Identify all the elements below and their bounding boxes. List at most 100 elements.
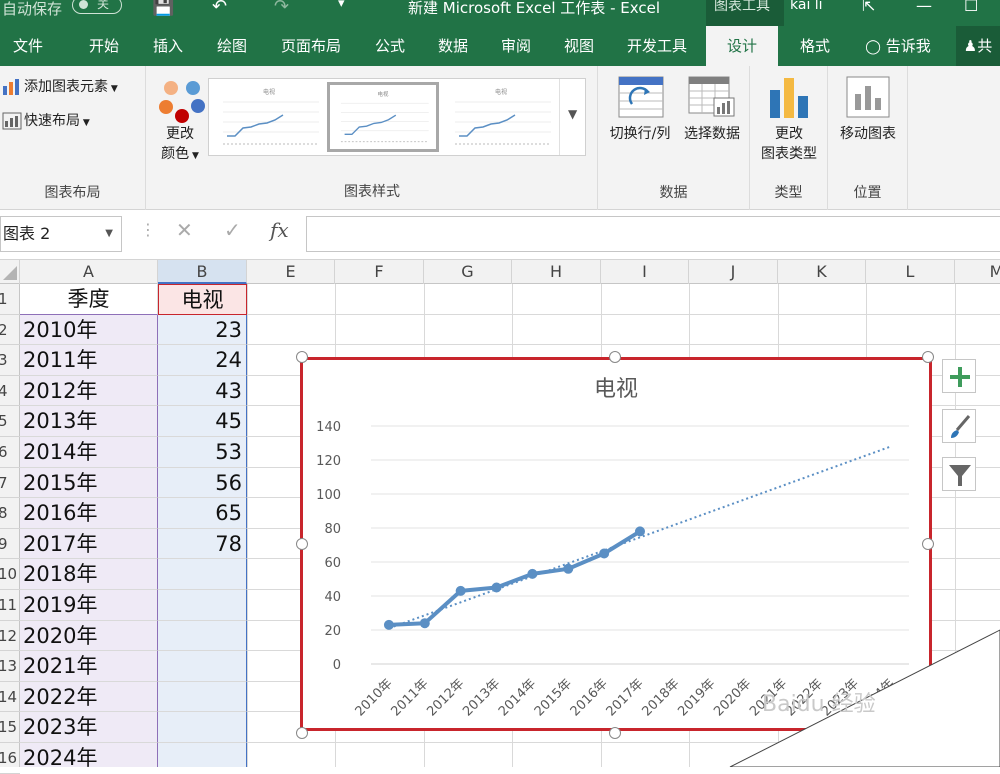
data-point[interactable] [635,526,645,537]
chart-elements-button[interactable] [942,359,976,393]
chevron-down-icon[interactable]: ▼ [105,217,113,251]
customize-qa-icon[interactable]: ▾ [338,0,345,11]
resize-handle-left[interactable] [296,538,308,550]
trendline[interactable] [388,445,892,630]
redo-icon[interactable]: ↷ [274,0,289,17]
enter-icon[interactable]: ✓ [224,218,241,242]
row-header-8[interactable]: 8 [0,498,20,529]
resize-handle-top-right[interactable] [922,351,934,363]
chart-title[interactable]: 电视 [594,377,638,402]
data-point[interactable] [455,585,466,596]
cell-b4[interactable]: 43 [158,375,247,407]
row-header-3[interactable]: 3 [0,345,20,376]
cell-b9[interactable]: 78 [158,528,247,560]
cell-b3[interactable]: 24 [158,345,247,376]
column-header-i[interactable]: I [601,260,689,284]
row-header-15[interactable]: 15 [0,712,20,743]
cell-b5[interactable]: 45 [158,406,247,437]
cell-b14[interactable] [158,681,247,713]
series-line[interactable] [388,529,642,627]
column-header-j[interactable]: J [689,260,778,284]
save-icon[interactable]: 💾 [152,0,174,17]
cell-b11[interactable] [158,590,247,621]
user-name[interactable]: kai li [790,0,823,13]
resize-handle-top[interactable] [609,351,621,363]
row-header-1[interactable]: 1 [0,284,20,315]
select-all-corner[interactable] [0,260,20,284]
quick-layout-button[interactable]: 快速布局 ▼ [2,110,90,130]
cell-a7[interactable]: 2015年 [20,467,158,499]
column-header-b[interactable]: B [158,260,247,284]
tab-format[interactable]: 格式 [784,26,846,66]
cell-a4[interactable]: 2012年 [20,375,158,407]
minimize-icon[interactable]: — [916,0,932,15]
cell-a3[interactable]: 2011年 [20,345,158,376]
column-header-m[interactable]: M [955,260,1000,284]
share-button[interactable]: ♟共 [956,26,1000,66]
cell-a1[interactable]: 季度 [20,284,158,315]
resize-handle-top-left[interactable] [296,351,308,363]
ribbon-display-icon[interactable]: ⇱ [862,0,875,15]
change-chart-type-button[interactable]: 更改 图表类型 [750,124,828,164]
column-header-g[interactable]: G [424,260,512,284]
column-header-k[interactable]: K [778,260,866,284]
cell-a5[interactable]: 2013年 [20,406,158,437]
formula-input[interactable] [306,216,1000,252]
cell-b7[interactable]: 56 [158,467,247,499]
cell-a12[interactable]: 2020年 [20,620,158,652]
change-colors-button[interactable]: 更改 颜色 ▼ [154,124,206,166]
name-box[interactable]: 图表 2 ▼ [0,216,122,252]
cell-b12[interactable] [158,620,247,652]
cell-a2[interactable]: 2010年 [20,314,158,346]
cell-b6[interactable]: 53 [158,437,247,468]
tab-file[interactable]: 文件 [0,26,56,66]
row-header-12[interactable]: 12 [0,621,20,652]
maximize-icon[interactable]: ☐ [964,0,978,15]
column-header-l[interactable]: L [866,260,955,284]
chart-filters-button[interactable] [942,457,976,491]
cell-a6[interactable]: 2014年 [20,437,158,468]
undo-icon[interactable]: ↶ [212,0,227,17]
column-header-f[interactable]: F [335,260,424,284]
cancel-icon[interactable]: ✕ [176,218,193,242]
autosave-toggle[interactable]: 关 [72,0,122,14]
switch-row-column-button[interactable]: 切换行/列 [604,124,676,144]
cell-b15[interactable] [158,712,247,743]
insert-function-button[interactable]: fx [270,218,289,242]
cell-a8[interactable]: 2016年 [20,498,158,529]
cell-a14[interactable]: 2022年 [20,681,158,713]
cell-a10[interactable]: 2018年 [20,559,158,590]
tab-tell-me[interactable]: ◯ 告诉我 [852,26,944,66]
tab-page-layout[interactable]: 页面布局 [264,26,358,66]
data-point[interactable] [419,618,430,629]
data-point[interactable] [599,548,610,559]
column-header-a[interactable]: A [20,260,158,284]
row-header-4[interactable]: 4 [0,376,20,407]
tab-insert[interactable]: 插入 [136,26,200,66]
chart-style-thumb-2[interactable]: 电视 [327,82,439,152]
cell-b13[interactable] [158,651,247,682]
row-header-14[interactable]: 14 [0,682,20,713]
row-header-10[interactable]: 10 [0,559,20,590]
chart-style-thumb-3[interactable]: 电视 [445,82,557,152]
move-chart-button[interactable]: 移动图表 [828,124,908,144]
resize-handle-right[interactable] [922,538,934,550]
data-point[interactable] [563,563,574,574]
cell-a11[interactable]: 2019年 [20,590,158,621]
gallery-more-button[interactable]: ▼ [559,79,587,155]
resize-handle-bottom[interactable] [609,727,621,739]
data-point[interactable] [491,582,502,593]
tab-view[interactable]: 视图 [548,26,610,66]
column-header-e[interactable]: E [247,260,335,284]
chart-area[interactable]: 电视 0 20 40 60 80 100 120 140 2010年 2011年 2012年 201… [300,357,932,731]
row-header-11[interactable]: 11 [0,590,20,621]
row-header-5[interactable]: 5 [0,406,20,437]
cell-a16[interactable]: 2024年 [20,743,158,767]
row-header-16[interactable]: 16 [0,743,20,774]
cell-b16[interactable] [158,743,247,767]
row-header-7[interactable]: 7 [0,468,20,499]
cell-b10[interactable] [158,559,247,590]
cell-a15[interactable]: 2023年 [20,712,158,743]
tab-developer[interactable]: 开发工具 [610,26,704,66]
row-header-9[interactable]: 9 [0,529,20,560]
